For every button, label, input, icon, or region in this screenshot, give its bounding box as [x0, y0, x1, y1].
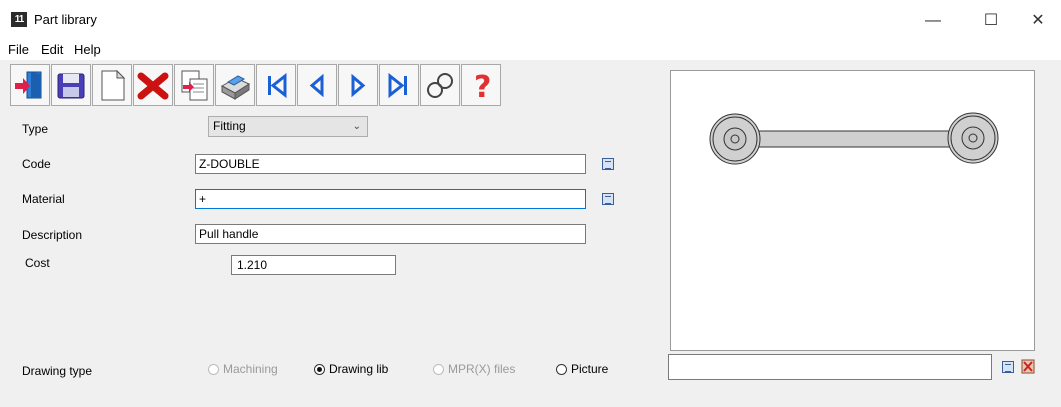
search-button[interactable] [420, 64, 460, 106]
radio-mpr-files-label: MPR(X) files [448, 362, 516, 376]
delete-button[interactable] [133, 64, 173, 106]
chevron-down-icon: ⌄ [352, 121, 361, 132]
first-record-icon [268, 72, 287, 99]
radio-drawing-lib-label: Drawing lib [329, 362, 389, 376]
code-label: Code [22, 157, 51, 171]
radio-button [314, 364, 325, 375]
menu-file[interactable]: File [8, 42, 29, 57]
copy-icon [181, 70, 208, 101]
clear-picture-icon [1021, 359, 1035, 374]
right-knob [947, 112, 999, 164]
radio-mpr-files[interactable]: MPR(X) files [433, 362, 515, 376]
close-button[interactable]: ✕ [1015, 8, 1061, 34]
next-record-button[interactable] [338, 64, 378, 106]
new-button[interactable] [92, 64, 132, 106]
left-knob [709, 113, 761, 165]
radio-machining-label: Machining [223, 362, 278, 376]
radio-machining[interactable]: Machining [208, 362, 278, 376]
menu-bar: File Edit Help [0, 40, 1061, 60]
menu-help[interactable]: Help [74, 42, 101, 57]
next-record-icon [351, 73, 366, 98]
title-bar: 11 Part library — ☐ ✕ [0, 0, 1061, 40]
code-field[interactable]: Z-DOUBLE [195, 154, 586, 174]
radio-button [556, 364, 567, 375]
type-select[interactable]: Fitting ⌄ [208, 116, 368, 137]
svg-text:?: ? [474, 70, 491, 102]
code-lookup-button[interactable] [602, 158, 614, 170]
previous-record-button[interactable] [297, 64, 337, 106]
radio-picture[interactable]: Picture [556, 362, 608, 376]
radio-button [208, 364, 219, 375]
material-field[interactable]: + [195, 189, 586, 209]
description-field[interactable]: Pull handle [195, 224, 586, 244]
app-icon: 11 [11, 12, 27, 27]
exit-icon [15, 71, 42, 99]
cost-label: Cost [25, 256, 50, 270]
last-record-button[interactable] [379, 64, 419, 106]
radio-button [433, 364, 444, 375]
drawing-preview [670, 70, 1035, 351]
radio-picture-label: Picture [571, 362, 609, 376]
print-button[interactable] [215, 64, 255, 106]
pull-handle-drawing [709, 112, 999, 165]
exit-button[interactable] [10, 64, 50, 106]
previous-record-icon [309, 73, 324, 98]
help-button[interactable]: ? [461, 64, 501, 106]
preview-lookup-button[interactable] [1002, 361, 1014, 373]
type-select-value: Fitting [213, 119, 246, 133]
material-label: Material [22, 192, 65, 206]
minimize-button[interactable]: — [910, 8, 956, 34]
save-button[interactable] [51, 64, 91, 106]
description-label: Description [22, 228, 83, 242]
first-record-button[interactable] [256, 64, 296, 106]
copy-button[interactable] [174, 64, 214, 106]
help-icon: ? [474, 70, 491, 102]
search-icon [427, 73, 453, 98]
drawing-type-label: Drawing type [22, 364, 93, 378]
cost-field[interactable]: 1.210 [231, 255, 396, 275]
menu-edit[interactable]: Edit [41, 42, 63, 57]
print-icon [220, 75, 251, 100]
clear-picture-button[interactable] [1021, 359, 1035, 374]
save-icon [57, 73, 85, 99]
last-record-icon [388, 72, 407, 99]
type-label: Type [22, 122, 49, 136]
preview-path-field[interactable] [668, 354, 992, 380]
delete-icon [137, 72, 169, 100]
radio-drawing-lib[interactable]: Drawing lib [314, 362, 388, 376]
material-lookup-button[interactable] [602, 193, 614, 205]
window-title: Part library [34, 12, 97, 27]
new-page-icon [101, 69, 126, 101]
maximize-button[interactable]: ☐ [968, 8, 1014, 34]
